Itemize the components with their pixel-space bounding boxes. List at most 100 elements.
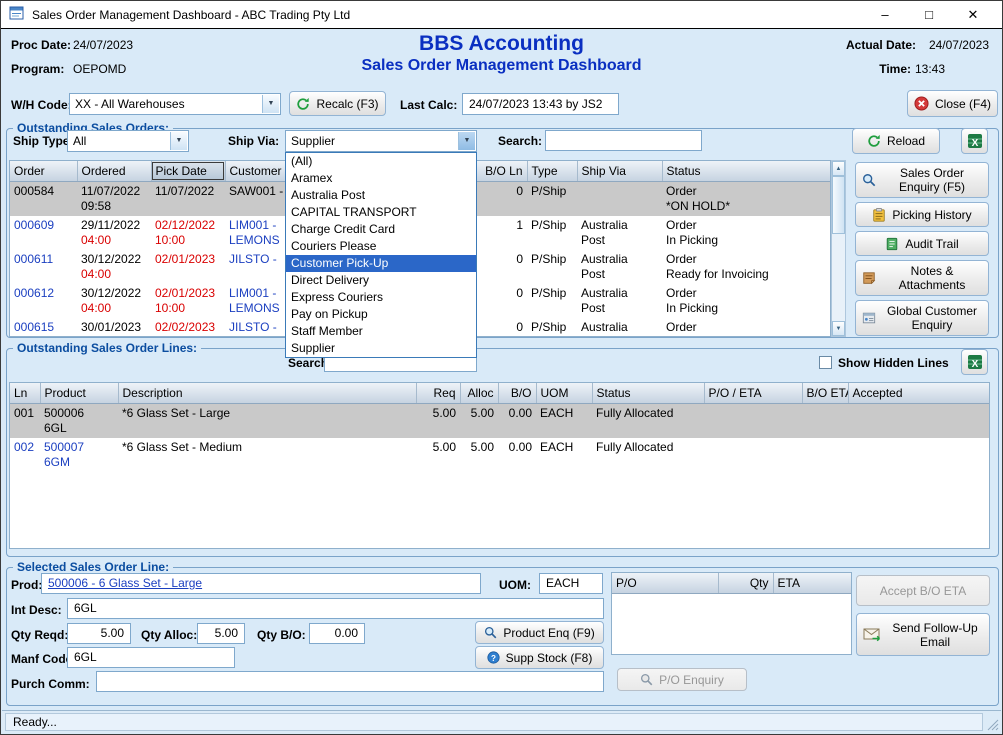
window-title: Sales Order Management Dashboard - ABC T… <box>32 8 350 22</box>
picking-history-button[interactable]: Picking History <box>855 202 989 227</box>
svg-text:X: X <box>971 359 978 370</box>
cell <box>848 438 990 472</box>
orders-search-input[interactable] <box>545 130 702 151</box>
cell: 000612 <box>10 284 77 318</box>
chevron-down-icon: ▼ <box>170 132 187 150</box>
po-enquiry-button[interactable]: P/O Enquiry <box>617 668 747 691</box>
column-header[interactable]: Ln <box>10 383 40 403</box>
cell <box>577 181 662 216</box>
show-hidden-lines-label: Show Hidden Lines <box>838 356 949 370</box>
line-row[interactable]: 0025000076GM*6 Glass Set - Medium5.005.0… <box>10 438 990 472</box>
column-header[interactable]: Order <box>10 161 77 181</box>
column-header[interactable]: P/O <box>612 573 718 593</box>
orders-search-label: Search: <box>498 134 542 148</box>
resize-grip[interactable] <box>985 717 999 731</box>
send-followup-email-button[interactable]: Send Follow-Up Email <box>856 613 990 656</box>
cell: AustraliaPost <box>577 284 662 318</box>
dropdown-item[interactable]: Customer Pick-Up <box>286 255 476 272</box>
ship-via-select[interactable]: Supplier ▼ <box>285 130 477 152</box>
dropdown-item[interactable]: Charge Credit Card <box>286 221 476 238</box>
manf-code-field: 6GL <box>67 647 235 668</box>
close-button[interactable]: Close (F4) <box>907 90 998 117</box>
dropdown-item[interactable]: Express Couriers <box>286 289 476 306</box>
cell: 02/01/202310:00 <box>151 284 225 318</box>
dropdown-item[interactable]: Aramex <box>286 170 476 187</box>
column-header[interactable]: Ship Via <box>577 161 662 181</box>
email-icon <box>863 628 881 642</box>
cell: 0 <box>475 318 527 338</box>
status-panel: Ready... <box>5 713 983 731</box>
maximize-button[interactable]: □ <box>908 3 950 27</box>
cell: 1 <box>475 216 527 250</box>
dropdown-item[interactable]: Couriers Please <box>286 238 476 255</box>
column-header[interactable]: Product <box>40 383 118 403</box>
scrollbar-thumb[interactable] <box>832 176 845 234</box>
ship-type-select[interactable]: All ▼ <box>67 130 189 152</box>
column-header[interactable]: Status <box>662 161 831 181</box>
svg-text:X: X <box>971 138 978 149</box>
column-header[interactable]: B/O <box>498 383 536 403</box>
prod-field: 500006 - 6 Glass Set - Large <box>41 573 481 594</box>
dropdown-item[interactable]: Staff Member <box>286 323 476 340</box>
prod-label: Prod: <box>11 578 42 592</box>
cell: AustraliaPost <box>577 216 662 250</box>
column-header[interactable]: Pick Date <box>151 161 225 181</box>
product-link[interactable]: 500006 - 6 Glass Set - Large <box>48 576 202 590</box>
cell: *6 Glass Set - Large <box>118 403 416 438</box>
accept-bo-eta-button[interactable]: Accept B/O ETA <box>856 575 990 606</box>
wh-code-select[interactable]: XX - All Warehouses ▼ <box>69 93 281 115</box>
recalc-button[interactable]: Recalc (F3) <box>289 91 386 116</box>
cell: P/Ship <box>527 216 577 250</box>
dropdown-item[interactable]: Pay on Pickup <box>286 306 476 323</box>
cell: 0 <box>475 181 527 216</box>
minimize-button[interactable]: – <box>864 3 906 27</box>
cell: Fully Allocated <box>592 403 704 438</box>
dropdown-item[interactable]: Australia Post <box>286 187 476 204</box>
column-header[interactable]: Qty <box>718 573 773 593</box>
audit-trail-button[interactable]: Audit Trail <box>855 231 989 256</box>
orders-table-scrollbar[interactable]: ▲ ▼ <box>831 160 846 337</box>
global-customer-enquiry-button[interactable]: Global Customer Enquiry <box>855 300 989 336</box>
column-header[interactable]: Status <box>592 383 704 403</box>
column-header[interactable]: B/O Ln <box>475 161 527 181</box>
column-header[interactable]: Description <box>118 383 416 403</box>
scroll-down-icon[interactable]: ▼ <box>832 321 845 336</box>
reload-button[interactable]: Reload <box>852 128 940 154</box>
column-header[interactable]: P/O / ETA <box>704 383 802 403</box>
orders-export-excel-button[interactable]: X <box>961 128 988 154</box>
uom-field: EACH <box>539 573 603 594</box>
column-header[interactable]: Req <box>416 383 460 403</box>
column-header[interactable]: B/O ETA <box>802 383 848 403</box>
cell: AustraliaPost <box>577 318 662 338</box>
purch-comm-field <box>96 671 604 692</box>
notes-attachments-button[interactable]: Notes & Attachments <box>855 260 989 296</box>
cell: 29/11/202204:00 <box>77 216 151 250</box>
lines-export-excel-button[interactable]: X <box>961 349 988 375</box>
clipboard-icon <box>872 208 886 222</box>
time-label: Time: <box>879 62 911 76</box>
close-window-button[interactable]: ✕ <box>952 3 994 27</box>
chevron-down-icon: ▼ <box>458 132 475 150</box>
column-header[interactable]: Type <box>527 161 577 181</box>
sales-order-enquiry-button[interactable]: Sales Order Enquiry (F5) <box>855 162 989 198</box>
dropdown-item[interactable]: CAPITAL TRANSPORT <box>286 204 476 221</box>
column-header[interactable]: Ordered <box>77 161 151 181</box>
last-calc-label: Last Calc: <box>400 98 457 112</box>
column-header[interactable]: UOM <box>536 383 592 403</box>
chevron-down-icon: ▼ <box>262 95 279 113</box>
dropdown-item[interactable]: (All) <box>286 153 476 170</box>
column-header[interactable]: Accepted <box>848 383 990 403</box>
cell: 5.00 <box>416 403 460 438</box>
cell: 02/02/2023 <box>151 318 225 338</box>
column-header[interactable]: Alloc <box>460 383 498 403</box>
show-hidden-lines-checkbox[interactable] <box>819 356 832 369</box>
dropdown-item[interactable]: Supplier <box>286 340 476 357</box>
product-enq-button[interactable]: Product Enq (F9) <box>475 621 604 644</box>
cell: 000611 <box>10 250 77 284</box>
qty-reqd-field: 5.00 <box>67 623 131 644</box>
line-row[interactable]: 0015000066GL*6 Glass Set - Large5.005.00… <box>10 403 990 438</box>
dropdown-item[interactable]: Direct Delivery <box>286 272 476 289</box>
scroll-up-icon[interactable]: ▲ <box>832 161 845 176</box>
column-header[interactable]: ETA <box>773 573 852 593</box>
supp-stock-button[interactable]: ? Supp Stock (F8) <box>475 646 604 669</box>
